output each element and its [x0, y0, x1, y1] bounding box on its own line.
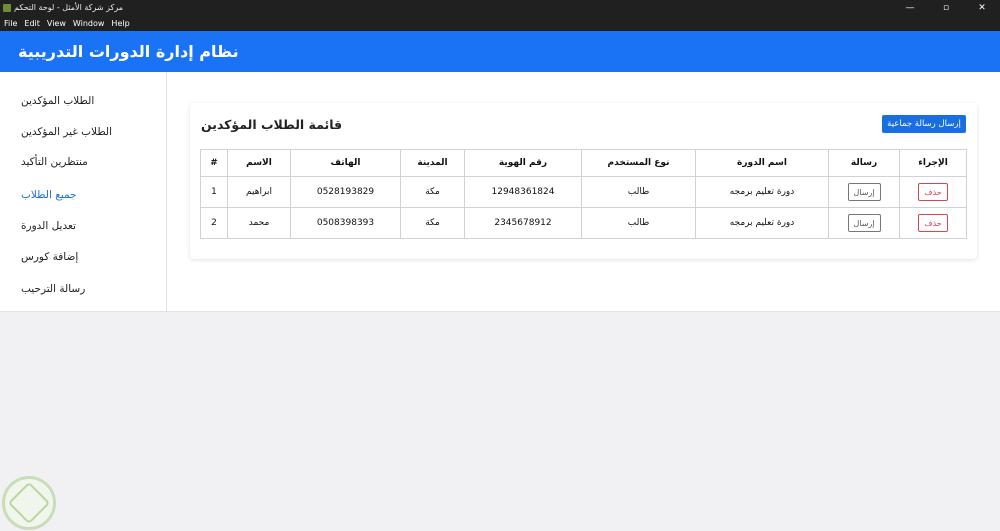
sidebar-item-edit-course[interactable]: تعديل الدورة	[21, 220, 76, 232]
watermark-logo	[2, 476, 56, 530]
row-name: محمد	[227, 207, 291, 239]
col-city: المدينة	[400, 149, 465, 177]
col-number: #	[200, 149, 228, 177]
sidebar-item-all-students[interactable]: جميع الطلاب	[21, 189, 77, 201]
menu-file[interactable]: File	[4, 19, 17, 28]
row-id-number: 2345678912	[464, 207, 582, 239]
row-action-cell: حذف	[899, 207, 967, 239]
delete-button[interactable]: حذف	[918, 214, 948, 232]
card-title: قائمة الطلاب المؤكدين	[201, 117, 343, 132]
sidebar-item-add-course[interactable]: إضافة كورس	[21, 251, 78, 263]
row-course-name: دورة تعليم برمجه	[695, 207, 829, 239]
table-row: 2 محمد 0508398393 مكة 2345678912 طالب دو…	[200, 207, 967, 239]
window-title: مركز شركة الأمثل - لوحة التحكم	[14, 3, 124, 12]
col-message: رسالة	[828, 149, 900, 177]
close-icon[interactable]: ✕	[964, 0, 1000, 16]
row-message-cell: إرسال	[828, 207, 900, 239]
menu-bar: File Edit View Window Help	[0, 16, 1000, 31]
sidebar-item-unconfirmed[interactable]: الطلاب غير المؤكدين	[21, 126, 112, 138]
window-controls: — ▫ ✕	[892, 0, 1000, 16]
col-phone: الهاتف	[290, 149, 401, 177]
sidebar-item-welcome-message[interactable]: رسالة الترحيب	[21, 283, 85, 295]
row-user-type: طالب	[581, 207, 696, 239]
menu-view[interactable]: View	[47, 19, 66, 28]
delete-button[interactable]: حذف	[918, 183, 948, 201]
app-header: نظام إدارة الدورات التدريبية	[0, 31, 1000, 72]
col-user-type: نوع المستخدم	[581, 149, 696, 177]
content-area: الطلاب المؤكدين الطلاب غير المؤكدين منتظ…	[0, 72, 1000, 312]
col-action: الإجراء	[899, 149, 967, 177]
menu-window[interactable]: Window	[73, 19, 105, 28]
send-message-button[interactable]: إرسال	[847, 183, 881, 201]
row-name: ابراهيم	[227, 176, 291, 208]
col-name: الاسم	[227, 149, 291, 177]
sidebar-item-pending[interactable]: منتظرين التأكيد	[21, 156, 88, 168]
row-action-cell: حذف	[899, 176, 967, 208]
row-phone: 0528193829	[290, 176, 401, 208]
row-phone: 0508398393	[290, 207, 401, 239]
row-message-cell: إرسال	[828, 176, 900, 208]
watermark-shape	[7, 481, 51, 525]
row-number: 2	[200, 207, 228, 239]
students-table: # الاسم الهاتف المدينة رقم الهوية نوع ال…	[200, 149, 967, 239]
sidebar-item-confirmed[interactable]: الطلاب المؤكدين	[21, 95, 94, 107]
row-city: مكة	[400, 207, 465, 239]
row-course-name: دورة تعليم برمجه	[695, 176, 829, 208]
row-city: مكة	[400, 176, 465, 208]
row-id-number: 12948361824	[464, 176, 582, 208]
app-title: نظام إدارة الدورات التدريبية	[18, 42, 239, 61]
menu-edit[interactable]: Edit	[24, 19, 40, 28]
send-message-button[interactable]: إرسال	[847, 214, 881, 232]
window-titlebar: مركز شركة الأمثل - لوحة التحكم — ▫ ✕	[0, 0, 1000, 16]
app-icon	[3, 4, 11, 12]
table-header-row: # الاسم الهاتف المدينة رقم الهوية نوع ال…	[200, 149, 967, 177]
row-number: 1	[200, 176, 228, 208]
row-user-type: طالب	[581, 176, 696, 208]
broadcast-message-button[interactable]: إرسال رسالة جماعية	[882, 115, 966, 133]
sidebar: الطلاب المؤكدين الطلاب غير المؤكدين منتظ…	[0, 72, 167, 312]
menu-help[interactable]: Help	[111, 19, 129, 28]
maximize-icon[interactable]: ▫	[928, 0, 964, 16]
table-row: 1 ابراهيم 0528193829 مكة 12948361824 طال…	[200, 176, 967, 208]
minimize-icon[interactable]: —	[892, 0, 928, 16]
col-course-name: اسم الدورة	[695, 149, 829, 177]
students-card: قائمة الطلاب المؤكدين إرسال رسالة جماعية…	[190, 103, 977, 259]
col-id-number: رقم الهوية	[464, 149, 582, 177]
